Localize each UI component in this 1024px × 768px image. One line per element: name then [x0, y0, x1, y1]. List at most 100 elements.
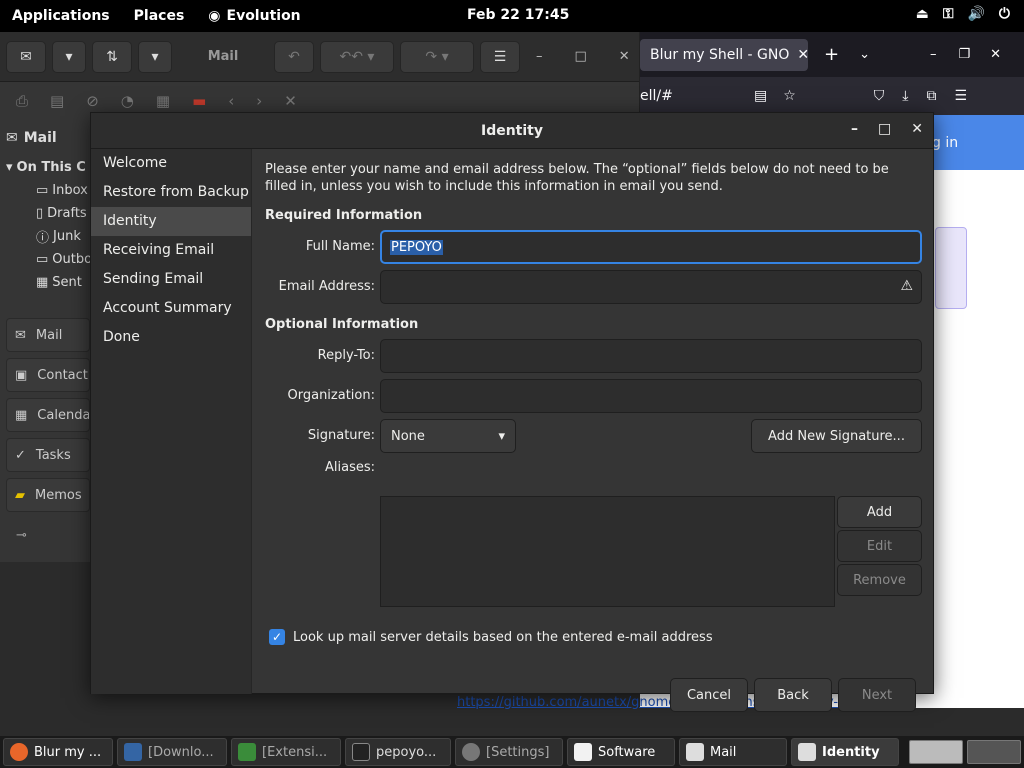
- edit-alias-button[interactable]: Edit: [837, 530, 922, 562]
- triangle-down-icon: ▾: [6, 160, 13, 175]
- junk-icon[interactable]: ⊘: [86, 92, 99, 110]
- eject-icon[interactable]: ⏏: [916, 6, 929, 22]
- close-window-icon[interactable]: ✕: [990, 47, 1001, 62]
- reader-icon[interactable]: ▤: [754, 88, 767, 104]
- power-icon[interactable]: ⏻: [999, 6, 1010, 22]
- software-icon: [574, 743, 592, 761]
- compose-button[interactable]: ✉: [6, 40, 46, 73]
- task-downloads[interactable]: [Downlo...: [117, 738, 227, 766]
- bookmark-star-icon[interactable]: ☆: [783, 88, 796, 104]
- folder-label: Sent: [52, 275, 82, 290]
- aliases-list[interactable]: [380, 496, 835, 607]
- forward-button[interactable]: ↷ ▾: [400, 40, 474, 73]
- task-terminal[interactable]: pepoyo...: [345, 738, 451, 766]
- hamburger-icon: ☰: [493, 48, 507, 65]
- switcher-tasks[interactable]: ✓ Tasks: [6, 438, 90, 472]
- maximize-icon[interactable]: □: [575, 49, 587, 64]
- reply-icon: ↶: [288, 48, 300, 65]
- close-icon[interactable]: ✕: [911, 121, 923, 137]
- replyto-field[interactable]: [380, 339, 922, 373]
- reply-all-button[interactable]: ↶↶ ▾: [320, 40, 394, 73]
- minimize-icon[interactable]: –: [851, 121, 858, 137]
- network-icon[interactable]: ⚿: [943, 6, 954, 22]
- extensions-icon[interactable]: ⧉: [927, 88, 937, 104]
- workspace-1[interactable]: [909, 740, 963, 764]
- switcher-label: Contact: [37, 367, 88, 383]
- nav-bar: ell/# ▤ ☆ ⛉ ⤓ ⧉ ☰: [640, 77, 1024, 115]
- switcher-label: Tasks: [35, 447, 71, 463]
- signature-combo[interactable]: None ▾: [380, 419, 516, 453]
- task-identity[interactable]: Identity: [791, 738, 899, 766]
- print-icon[interactable]: ⎙: [16, 92, 28, 110]
- app-menu[interactable]: ◉ Evolution: [196, 8, 312, 24]
- hamburger-button[interactable]: ☰: [480, 40, 520, 73]
- switcher-memos[interactable]: ▰ Memos: [6, 478, 90, 512]
- switcher-calendar[interactable]: ▦ Calenda: [6, 398, 90, 432]
- task-firefox[interactable]: Blur my ...: [3, 738, 113, 766]
- switcher-label: Memos: [35, 487, 82, 503]
- download-icon[interactable]: ⤓: [902, 88, 908, 104]
- switcher-toggle-icon[interactable]: ⊸: [16, 528, 27, 543]
- task-label: Identity: [822, 744, 880, 760]
- volume-icon[interactable]: 🔊: [967, 6, 984, 22]
- tab-title: Blur my Shell - GNO: [650, 46, 790, 63]
- pocket-icon[interactable]: ⛉: [874, 88, 885, 104]
- lookup-checkbox[interactable]: ✓: [269, 629, 285, 645]
- system-tray[interactable]: ⏏ ⚿ 🔊 ⏻: [916, 6, 1010, 22]
- full-name-field[interactable]: PEPOYO: [380, 230, 922, 264]
- maximize-icon[interactable]: □: [878, 121, 891, 137]
- next-button[interactable]: Next: [838, 678, 916, 712]
- add-alias-button[interactable]: Add: [837, 496, 922, 528]
- organization-field[interactable]: [380, 379, 922, 413]
- send-receive-button[interactable]: ⇅: [92, 40, 132, 73]
- task-software[interactable]: Software: [567, 738, 675, 766]
- task-settings[interactable]: [Settings]: [455, 738, 563, 766]
- signature-label: Signature:: [307, 428, 375, 443]
- forward-icon: ↷ ▾: [425, 48, 449, 65]
- send-receive-menu-button[interactable]: ▾: [138, 40, 172, 73]
- calendar-icon[interactable]: ▦: [156, 92, 170, 110]
- email-field[interactable]: ⚠: [380, 270, 922, 304]
- cancel-button[interactable]: Cancel: [670, 678, 748, 712]
- add-signature-button[interactable]: Add New Signature...: [751, 419, 922, 453]
- browser-tab[interactable]: Blur my Shell - GNO ✕: [640, 38, 808, 71]
- stop-icon[interactable]: ✕: [284, 92, 297, 110]
- task-extensions[interactable]: [Extensi...: [231, 738, 341, 766]
- switcher-contacts[interactable]: ▣ Contact: [6, 358, 90, 392]
- lookup-checkbox-row[interactable]: ✓ Look up mail server details based on t…: [269, 629, 713, 645]
- places-label: Places: [133, 8, 185, 24]
- workspace-2[interactable]: [967, 740, 1021, 764]
- back-button[interactable]: Back: [754, 678, 832, 712]
- places-menu[interactable]: Places: [122, 8, 197, 24]
- restore-icon[interactable]: ❐: [959, 47, 971, 62]
- applications-menu[interactable]: Applications: [0, 8, 122, 24]
- top-bar: Applications Places ◉ Evolution Feb 22 17…: [0, 0, 1024, 32]
- label-icon[interactable]: ▬: [192, 92, 206, 110]
- switcher-label: Calenda: [37, 407, 90, 423]
- task-mail[interactable]: Mail: [679, 738, 787, 766]
- menu-icon[interactable]: ☰: [955, 88, 968, 104]
- tab-list-icon[interactable]: ⌄: [859, 47, 870, 62]
- archive-icon[interactable]: ▤: [50, 92, 64, 110]
- sidebar-title-label: Mail: [23, 130, 57, 146]
- folder-label: Junk: [53, 229, 81, 244]
- sent-icon: ▦: [36, 275, 49, 290]
- close-tab-icon[interactable]: ✕: [797, 47, 808, 63]
- reply-button[interactable]: ↶: [274, 40, 314, 73]
- not-junk-icon[interactable]: ◔: [121, 92, 134, 110]
- login-link[interactable]: g in: [932, 135, 958, 151]
- app-label: Evolution: [226, 8, 301, 24]
- taskbar: Blur my ... [Downlo... [Extensi... pepoy…: [0, 736, 1024, 768]
- url-bar[interactable]: ell/#: [640, 88, 750, 104]
- close-icon[interactable]: ✕: [619, 49, 630, 64]
- clock[interactable]: Feb 22 17:45: [467, 7, 569, 23]
- back-arrow-icon[interactable]: ‹: [228, 92, 234, 110]
- minimize-icon[interactable]: –: [536, 49, 543, 64]
- forward-arrow-icon[interactable]: ›: [256, 92, 262, 110]
- remove-alias-button[interactable]: Remove: [837, 564, 922, 596]
- identity-icon: [798, 743, 816, 761]
- new-tab-icon[interactable]: +: [824, 44, 839, 65]
- compose-menu-button[interactable]: ▾: [52, 40, 86, 73]
- switcher-mail[interactable]: ✉ Mail: [6, 318, 90, 352]
- minimize-icon[interactable]: –: [930, 47, 937, 62]
